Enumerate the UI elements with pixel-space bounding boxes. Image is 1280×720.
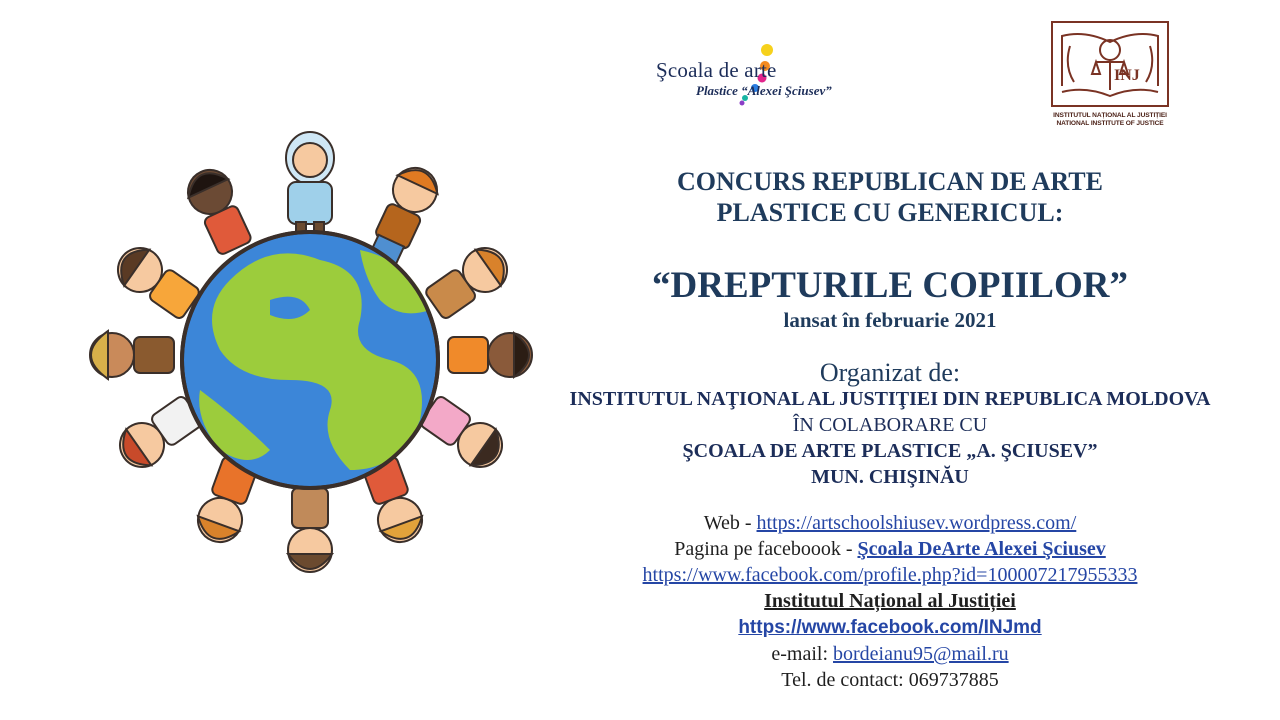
contest-title: “DREPTURILE COPIILOR” <box>652 265 1128 306</box>
facebook-page-link[interactable]: Şcoala DeArte Alexei Şciusev <box>857 538 1105 560</box>
school-logo-subtitle: Plastice “Alexei Şciusev” <box>696 83 832 98</box>
facebook-page-line: Pagina pe faceboook - Şcoala DeArte Alex… <box>540 536 1240 562</box>
web-line: Web - https://artschoolshiusev.wordpress… <box>540 510 1240 536</box>
inj-name-line: Institutul Național al Justiției <box>540 588 1240 614</box>
organizer-school: ŞCOALA DE ARTE PLASTICE „A. ŞCIUSEV” <box>682 440 1098 462</box>
email-link[interactable]: bordeianu95@mail.ru <box>833 643 1009 665</box>
contest-announcement: CONCURS REPUBLICAN DE ARTE PLASTICE CU G… <box>540 160 1240 693</box>
contest-heading: CONCURS REPUBLICAN DE ARTE PLASTICE CU G… <box>677 167 1103 227</box>
phone-label: Tel. de contact: <box>781 669 909 691</box>
inj-facebook-link[interactable]: https://www.facebook.com/INJmd <box>738 617 1041 638</box>
inj-caption-ro: INSTITUTUL NAȚIONAL AL JUSTIȚIEI <box>1053 112 1167 119</box>
collaboration-label: ÎN COLABORARE CU <box>792 414 988 436</box>
children-around-globe-illustration <box>70 120 550 600</box>
justice-emblem-icon: INJ <box>1051 21 1169 107</box>
phone-number: 069737885 <box>908 669 999 691</box>
facebook-profile-link[interactable]: https://www.facebook.com/profile.php?id=… <box>643 564 1138 586</box>
school-logo: Şcoala de arte Plastice “Alexei Şciusev” <box>650 40 890 110</box>
school-logo-name: Şcoala de arte <box>656 58 777 82</box>
organizer-institute: INSTITUTUL NAŢIONAL AL JUSTIŢIEI DIN REP… <box>569 388 1211 410</box>
web-label: Web - <box>703 512 757 534</box>
organizer-city: MUN. CHIŞINĂU <box>811 466 969 488</box>
globe <box>180 230 440 490</box>
email-line: e-mail: bordeianu95@mail.ru <box>540 641 1240 667</box>
facebook-label: Pagina pe faceboook - <box>674 538 858 560</box>
contact-info: Web - https://artschoolshiusev.wordpress… <box>540 510 1240 693</box>
inj-emblem-text: INJ <box>1114 67 1140 84</box>
email-label: e-mail: <box>771 643 834 665</box>
inj-facebook-line: https://www.facebook.com/INJmd <box>540 614 1240 641</box>
launch-date: lansat în februarie 2021 <box>783 308 997 332</box>
phone-line: Tel. de contact: 069737885 <box>540 667 1240 693</box>
web-link[interactable]: https://artschoolshiusev.wordpress.com/ <box>757 512 1077 534</box>
inj-logo: INJ INSTITUTUL NAȚIONAL AL JUSTIȚIEI NAT… <box>1040 16 1180 136</box>
inj-logo-caption: INSTITUTUL NAȚIONAL AL JUSTIȚIEI NATIONA… <box>1040 112 1180 128</box>
organizer-label: Organizat de: <box>819 358 961 387</box>
inj-name: Institutul Național al Justiției <box>764 590 1016 612</box>
inj-caption-en: NATIONAL INSTITUTE OF JUSTICE <box>1056 120 1164 127</box>
facebook-profile-line: https://www.facebook.com/profile.php?id=… <box>540 562 1240 588</box>
globe-children-image <box>89 131 533 573</box>
